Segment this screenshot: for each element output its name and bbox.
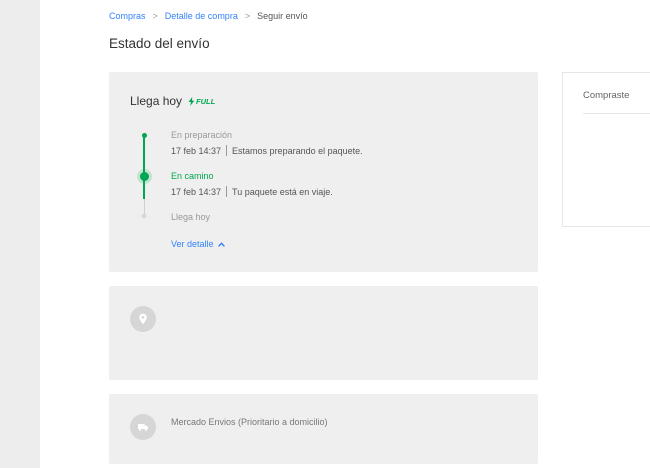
step-label-en-camino: En camino [171, 171, 214, 181]
step-message: Estamos preparando el paquete. [232, 145, 363, 156]
step-label-llega-hoy: Llega hoy [171, 212, 211, 222]
breadcrumb-current: Seguir envío [257, 11, 308, 21]
breadcrumb-separator: > [152, 11, 158, 21]
delivery-address-card [109, 286, 538, 380]
timeline-dot-done [141, 133, 147, 138]
timeline-line-done [143, 135, 145, 177]
purchase-summary-title: Compraste [583, 90, 630, 101]
left-rail [0, 0, 40, 468]
shipping-method-card: Mercado Envios (Prioritario a domicilio) [109, 394, 538, 464]
chevron-up-icon [217, 241, 225, 247]
purchase-summary-panel: Compraste [562, 72, 650, 227]
step-date: 17 feb 14:37 [171, 145, 222, 156]
timeline-dot-pending [142, 214, 146, 218]
step-message: Tu paquete está en viaje. [232, 186, 333, 197]
shipment-status-card: Llega hoy FULL En preparación 17 feb 14:… [109, 72, 538, 272]
page-title: Estado del envío [109, 36, 210, 51]
step-detail-preparacion: 17 feb 14:37 Estamos preparando el paque… [171, 145, 363, 156]
breadcrumb-separator: > [244, 11, 251, 21]
step-date: 17 feb 14:37 [171, 186, 222, 197]
timeline-dot-current [139, 172, 149, 181]
timeline-line-pending [143, 199, 145, 215]
divider [583, 113, 650, 114]
ver-detalle-label: Ver detalle [171, 239, 214, 249]
step-divider [226, 145, 228, 156]
step-divider [226, 186, 228, 197]
ver-detalle-link[interactable]: Ver detalle [171, 239, 225, 249]
shipping-method-text: Mercado Envios (Prioritario a domicilio) [171, 417, 328, 427]
truck-icon [130, 414, 156, 440]
step-label-preparacion: En preparación [171, 130, 233, 140]
step-detail-en-camino: 17 feb 14:37 Tu paquete está en viaje. [171, 186, 333, 197]
breadcrumb: Compras > Detalle de compra > Seguir env… [109, 11, 308, 21]
location-pin-icon [130, 306, 156, 332]
breadcrumb-detalle-compra[interactable]: Detalle de compra [165, 11, 238, 21]
breadcrumb-compras[interactable]: Compras [109, 11, 146, 21]
